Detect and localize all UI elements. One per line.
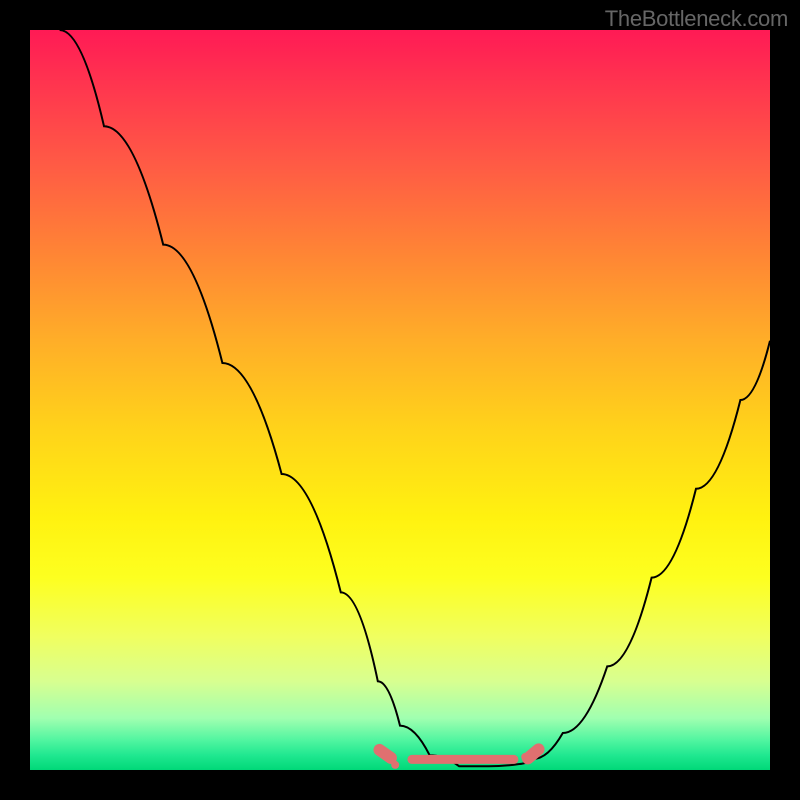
optimal-band xyxy=(407,755,518,764)
chart-svg xyxy=(30,30,770,770)
bottleneck-curve xyxy=(60,30,770,766)
plot-area xyxy=(30,30,770,770)
optimal-dot xyxy=(391,761,399,769)
watermark-text: TheBottleneck.com xyxy=(605,6,788,32)
optimal-dot xyxy=(521,753,529,761)
